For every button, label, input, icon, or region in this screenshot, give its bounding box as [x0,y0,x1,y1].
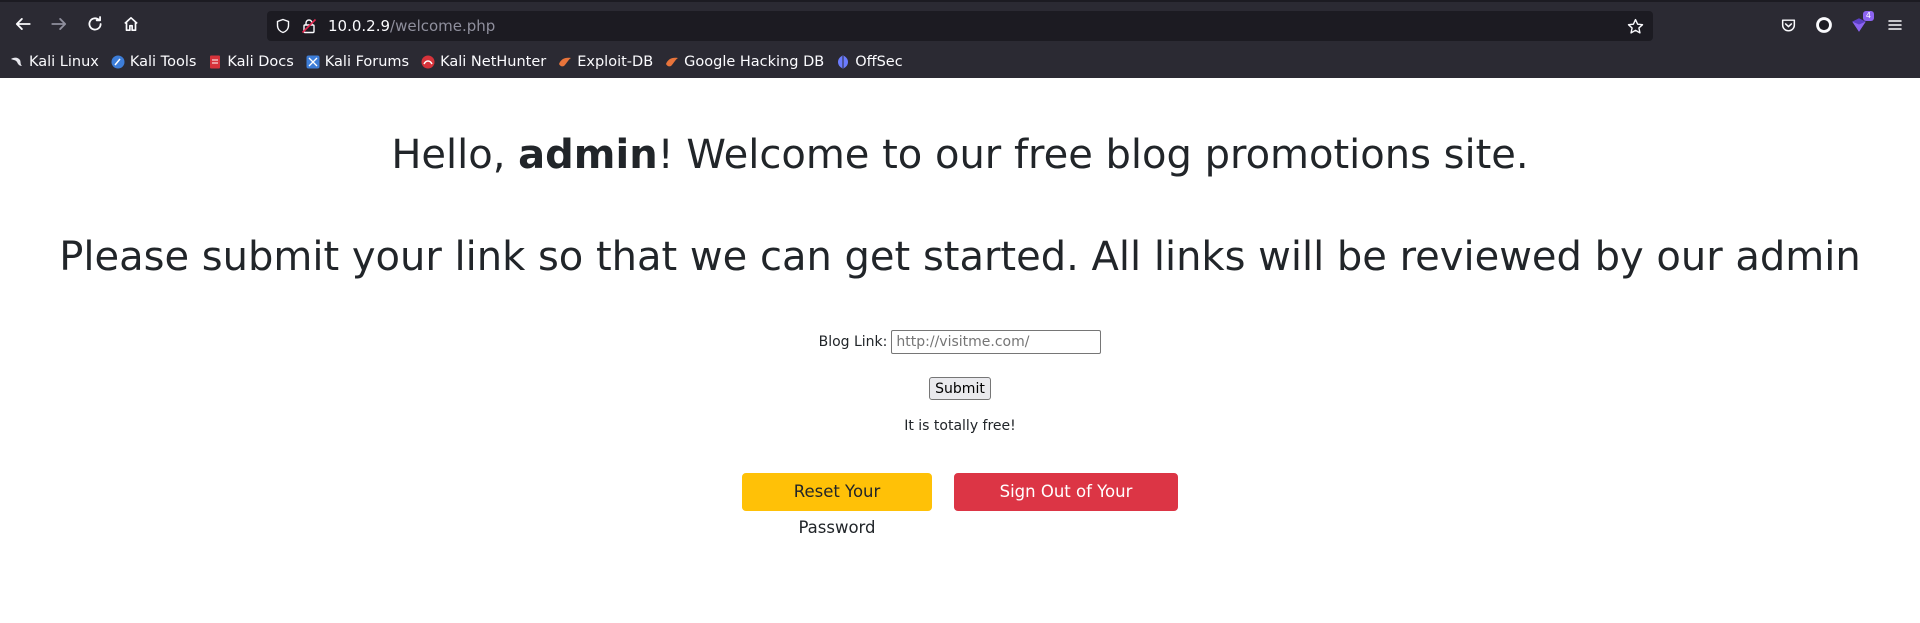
kali-docs-icon [208,55,222,69]
url-text[interactable]: 10.0.2.9/welcome.php [328,17,495,35]
free-note: It is totally free! [904,418,1016,434]
bookmark-kali-docs[interactable]: Kali Docs [208,54,294,70]
bookmark-label: Kali Docs [227,54,294,70]
hamburger-menu-icon [1888,20,1902,30]
browser-chrome: 10.0.2.9/welcome.php 4 Kali Linux Kali T… [0,0,1920,78]
kali-tools-icon [111,55,125,69]
username: admin [518,132,658,178]
instructions-heading: Please submit your link so that we can g… [59,234,1861,280]
bookmark-label: Kali Forums [324,54,410,70]
kali-forums-icon [306,55,320,69]
submit-button[interactable]: Submit [929,377,991,400]
bookmark-star-icon[interactable] [1625,16,1645,36]
welcome-heading: Hello, admin! Welcome to our free blog p… [0,123,1920,187]
bookmark-label: Kali Linux [29,54,99,70]
kali-dragon-icon [10,55,24,69]
reload-icon [88,16,102,31]
bookmark-kali-tools[interactable]: Kali Tools [111,54,197,70]
reload-button[interactable] [80,9,110,39]
pocket-button[interactable] [1775,12,1801,38]
url-path: /welcome.php [390,17,496,35]
extension-badge: 4 [1862,11,1874,21]
greeting-prefix: Hello, [391,132,519,178]
sign-out-button[interactable]: Sign Out of Your Account [954,473,1178,537]
navigation-toolbar: 10.0.2.9/welcome.php 4 [0,2,1920,46]
bookmark-label: Kali NetHunter [440,54,547,70]
blog-link-form: Blog Link: [0,330,1920,354]
kali-nethunter-icon [421,55,435,69]
reset-password-button[interactable]: Reset Your Password [742,473,932,537]
submit-row: Submit [0,377,1920,400]
bookmark-offsec[interactable]: OffSec [836,54,903,70]
bookmarks-toolbar: Kali Linux Kali Tools Kali Docs Kali For… [0,46,1920,78]
bookmark-google-hacking-db[interactable]: Google Hacking DB [665,54,824,70]
home-icon [124,16,138,32]
bookmark-exploit-db[interactable]: Exploit-DB [558,54,653,70]
address-bar[interactable]: 10.0.2.9/welcome.php [267,11,1653,41]
greeting-suffix: ! Welcome to our free blog promotions si… [657,132,1529,178]
url-host: 10.0.2.9 [328,17,391,35]
bookmark-kali-forums[interactable]: Kali Forums [306,54,409,70]
blog-link-input[interactable] [891,330,1102,354]
forward-arrow-icon [51,18,67,30]
exploit-db-icon [558,55,572,69]
tracking-protection-shield-icon[interactable] [273,16,293,36]
foxyproxy-extension-button[interactable]: 4 [1846,11,1874,38]
blog-link-label: Blog Link: [818,334,888,350]
back-button[interactable] [8,9,38,39]
app-menu-button[interactable] [1882,12,1908,38]
extension-button[interactable] [1811,12,1837,38]
offsec-icon [836,55,850,69]
back-arrow-icon [15,18,31,30]
insecure-lock-icon[interactable] [300,16,318,36]
page-content: Hello, admin! Welcome to our free blog p… [0,78,1920,623]
home-button[interactable] [116,9,146,39]
account-actions: Reset Your Password Sign Out of Your Acc… [0,473,1920,537]
extension-circle-icon [1816,17,1832,33]
ghdb-icon [665,55,679,69]
bookmark-label: OffSec [855,54,903,70]
bookmark-label: Exploit-DB [577,54,654,70]
pocket-icon [1781,18,1795,32]
bookmark-label: Kali Tools [129,54,197,70]
bookmark-label: Google Hacking DB [684,54,825,70]
bookmark-kali-nethunter[interactable]: Kali NetHunter [421,54,546,70]
forward-button[interactable] [44,9,74,39]
bookmark-kali-linux[interactable]: Kali Linux [10,54,99,70]
